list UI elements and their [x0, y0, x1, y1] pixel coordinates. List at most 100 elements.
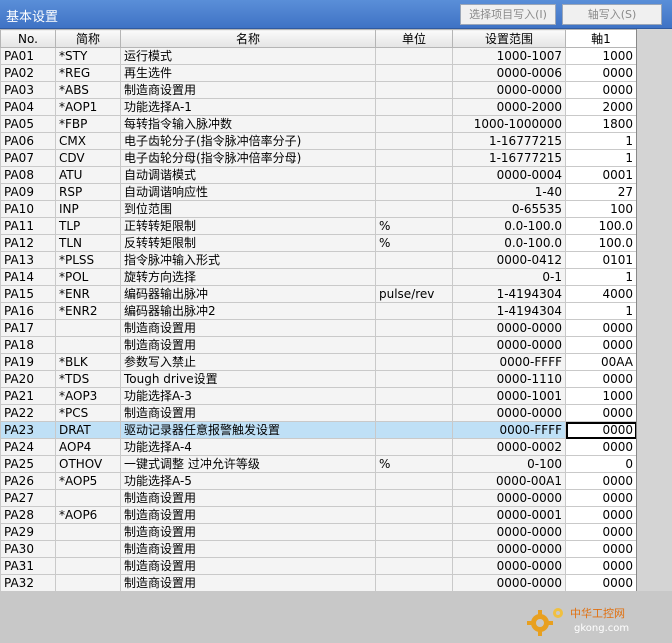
- table-row[interactable]: PA03 *ABS 制造商设置用 0000-0000 0000: [0, 81, 636, 99]
- write-selected-button[interactable]: 选择项目写入(I): [460, 4, 556, 25]
- param-axis1-value[interactable]: 2000: [565, 98, 636, 116]
- param-axis1-value[interactable]: 0000: [565, 523, 636, 541]
- table-row[interactable]: PA21 *AOP3 功能选择A-3 0000-1001 1000: [0, 387, 636, 405]
- param-axis1-value[interactable]: 0000: [565, 540, 636, 558]
- param-axis1-value[interactable]: 1000: [565, 387, 636, 405]
- param-unit: [375, 98, 453, 116]
- param-name: 制造商设置用: [120, 404, 376, 422]
- col-header-unit[interactable]: 单位: [375, 29, 453, 48]
- param-axis1-value[interactable]: 4000: [565, 285, 636, 303]
- col-header-range[interactable]: 设置范围: [452, 29, 566, 48]
- param-name: 制造商设置用: [120, 336, 376, 354]
- window-title: 基本设置: [6, 10, 59, 25]
- table-row[interactable]: PA24 AOP4 功能选择A-4 0000-0002 0000: [0, 438, 636, 456]
- table-row[interactable]: PA07 CDV 电子齿轮分母(指令脉冲倍率分母) 1-16777215 1: [0, 149, 636, 167]
- param-axis1-value[interactable]: 0000: [565, 421, 636, 439]
- param-range: 0000-1110: [452, 370, 566, 388]
- table-row[interactable]: PA20 *TDS Tough drive设置 0000-1110 0000: [0, 370, 636, 388]
- param-axis1-value[interactable]: 00AA: [565, 353, 636, 371]
- param-axis1-value[interactable]: 0000: [565, 404, 636, 422]
- col-header-axis1[interactable]: 軸1: [565, 29, 636, 48]
- param-axis1-value[interactable]: 0000: [565, 506, 636, 524]
- param-abbr: [55, 489, 121, 507]
- param-axis1-value[interactable]: 100: [565, 200, 636, 218]
- param-axis1-value[interactable]: 1: [565, 132, 636, 150]
- param-name: 自动调谐模式: [120, 166, 376, 184]
- param-axis1-value[interactable]: 0000: [565, 557, 636, 575]
- table-row[interactable]: PA27 制造商设置用 0000-0000 0000: [0, 489, 636, 507]
- param-no: PA32: [0, 574, 56, 591]
- param-axis1-value[interactable]: 0000: [565, 81, 636, 99]
- table-row[interactable]: PA23 DRAT 驱动记录器任意报警触发设置 0000-FFFF 0000: [0, 421, 636, 439]
- table-row[interactable]: PA22 *PCS 制造商设置用 0000-0000 0000: [0, 404, 636, 422]
- param-axis1-value[interactable]: 0000: [565, 336, 636, 354]
- table-row[interactable]: PA06 CMX 电子齿轮分子(指令脉冲倍率分子) 1-16777215 1: [0, 132, 636, 150]
- table-row[interactable]: PA04 *AOP1 功能选择A-1 0000-2000 2000: [0, 98, 636, 116]
- param-range: 0000-0000: [452, 557, 566, 575]
- table-row[interactable]: PA17 制造商设置用 0000-0000 0000: [0, 319, 636, 337]
- param-axis1-value[interactable]: 0000: [565, 574, 636, 591]
- param-abbr: *REG: [55, 64, 121, 82]
- table-row[interactable]: PA18 制造商设置用 0000-0000 0000: [0, 336, 636, 354]
- table-row[interactable]: PA29 制造商设置用 0000-0000 0000: [0, 523, 636, 541]
- table-row[interactable]: PA16 *ENR2 编码器输出脉冲2 1-4194304 1: [0, 302, 636, 320]
- param-range: 0000-0002: [452, 438, 566, 456]
- param-axis1-value[interactable]: 0000: [565, 370, 636, 388]
- table-row[interactable]: PA28 *AOP6 制造商设置用 0000-0001 0000: [0, 506, 636, 524]
- param-axis1-value[interactable]: 1: [565, 302, 636, 320]
- param-axis1-value[interactable]: 1000: [565, 47, 636, 65]
- param-abbr: TLP: [55, 217, 121, 235]
- param-axis1-value[interactable]: 0000: [565, 64, 636, 82]
- table-row[interactable]: PA15 *ENR 编码器输出脉冲 pulse/rev 1-4194304 4000: [0, 285, 636, 303]
- param-axis1-value[interactable]: 27: [565, 183, 636, 201]
- param-axis1-value[interactable]: 0001: [565, 166, 636, 184]
- param-axis1-value[interactable]: 0000: [565, 319, 636, 337]
- param-range: 0000-0000: [452, 523, 566, 541]
- param-axis1-value[interactable]: 0000: [565, 472, 636, 490]
- param-axis1-value[interactable]: 1800: [565, 115, 636, 133]
- param-axis1-value[interactable]: 100.0: [565, 217, 636, 235]
- table-row[interactable]: PA11 TLP 正转转矩限制% 0.0-100.0 100.0: [0, 217, 636, 235]
- table-row[interactable]: PA26 *AOP5 功能选择A-5 0000-00A1 0000: [0, 472, 636, 490]
- param-abbr: *PLSS: [55, 251, 121, 269]
- param-unit: [375, 557, 453, 575]
- table-row[interactable]: PA09 RSP 自动调谐响应性 1-40 27: [0, 183, 636, 201]
- param-no: PA03: [0, 81, 56, 99]
- param-abbr: *ABS: [55, 81, 121, 99]
- table-row[interactable]: PA08 ATU 自动调谐模式 0000-0004 0001: [0, 166, 636, 184]
- table-row[interactable]: PA32 制造商设置用 0000-0000 0000: [0, 574, 636, 591]
- param-abbr: *STY: [55, 47, 121, 65]
- table-row[interactable]: PA30 制造商设置用 0000-0000 0000: [0, 540, 636, 558]
- param-unit: [375, 370, 453, 388]
- table-row[interactable]: PA19 *BLK 参数写入禁止 0000-FFFF 00AA: [0, 353, 636, 371]
- col-header-abbr[interactable]: 简称: [55, 29, 121, 48]
- table-row[interactable]: PA02 *REG 再生选件 0000-0006 0000: [0, 64, 636, 82]
- table-row[interactable]: PA25 OTHOV 一键式调整 过冲允许等级% 0-100 0: [0, 455, 636, 473]
- gkong-watermark-logo: 中华工控网 gkong.com: [527, 606, 629, 636]
- table-row[interactable]: PA14 *POL 旋转方向选择 0-1 1: [0, 268, 636, 286]
- param-no: PA21: [0, 387, 56, 405]
- param-unit: [375, 149, 453, 167]
- param-axis1-value[interactable]: 0: [565, 455, 636, 473]
- param-axis1-value[interactable]: 0000: [565, 489, 636, 507]
- table-row[interactable]: PA05 *FBP 每转指令输入脉冲数 1000-1000000 1800: [0, 115, 636, 133]
- col-header-name[interactable]: 名称: [120, 29, 376, 48]
- col-header-no[interactable]: No.: [0, 29, 56, 48]
- param-unit: [375, 268, 453, 286]
- param-range: 0000-2000: [452, 98, 566, 116]
- table-row[interactable]: PA10 INP 到位范围 0-65535 100: [0, 200, 636, 218]
- param-axis1-value[interactable]: 1: [565, 149, 636, 167]
- param-name: 功能选择A-5: [120, 472, 376, 490]
- param-abbr: [55, 540, 121, 558]
- param-axis1-value[interactable]: 0000: [565, 438, 636, 456]
- axis-write-button[interactable]: 轴写入(S): [562, 4, 662, 25]
- param-unit: %: [375, 217, 453, 235]
- table-row[interactable]: PA12 TLN 反转转矩限制% 0.0-100.0 100.0: [0, 234, 636, 252]
- param-axis1-value[interactable]: 1: [565, 268, 636, 286]
- param-range: 0000-0000: [452, 336, 566, 354]
- table-row[interactable]: PA13 *PLSS 指令脉冲输入形式 0000-0412 0101: [0, 251, 636, 269]
- table-row[interactable]: PA31 制造商设置用 0000-0000 0000: [0, 557, 636, 575]
- param-axis1-value[interactable]: 0101: [565, 251, 636, 269]
- table-row[interactable]: PA01 *STY 运行模式 1000-1007 1000: [0, 47, 636, 65]
- param-axis1-value[interactable]: 100.0: [565, 234, 636, 252]
